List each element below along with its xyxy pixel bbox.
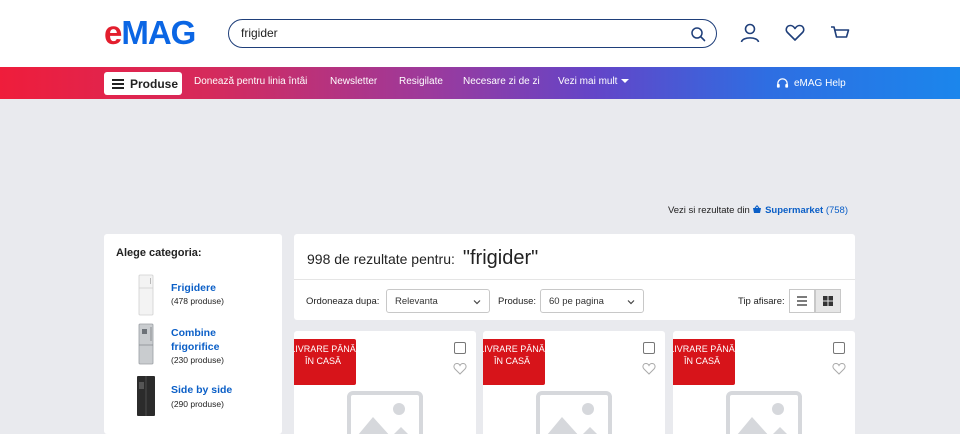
results-panel: 998 de rezultate pentru: "frigider" Ordon…: [294, 234, 855, 320]
grid-view-button[interactable]: [815, 289, 841, 313]
cart-icon[interactable]: [829, 22, 851, 44]
nav-link-vezi-mai-mult[interactable]: Vezi mai mult: [558, 76, 630, 87]
category-combine-frigorifice[interactable]: Combine frigorifice (230 produse): [104, 323, 282, 367]
heart-icon[interactable]: [453, 362, 467, 375]
supermarket-results-link[interactable]: Vezi si rezultate din Supermarket (758): [668, 205, 848, 216]
search-icon[interactable]: [690, 26, 706, 42]
nav-bar: Produse Donează pentru linia întâi Newsl…: [0, 67, 960, 99]
image-placeholder-icon: [536, 391, 612, 434]
user-icon[interactable]: [739, 22, 761, 44]
divider: [294, 279, 855, 280]
nav-link-newsletter[interactable]: Newsletter: [330, 76, 377, 87]
sidebar-title: Alege categoria:: [116, 247, 202, 259]
product-card[interactable]: LIVRARE PÂNĂ ÎN CASĂ: [294, 331, 476, 434]
delivery-badge: LIVRARE PÂNĂ ÎN CASĂ: [673, 339, 735, 385]
side-by-side-thumbnail: [137, 376, 155, 416]
compare-checkbox[interactable]: [643, 342, 655, 354]
compare-checkbox[interactable]: [454, 342, 466, 354]
delivery-badge: LIVRARE PÂNĂ ÎN CASĂ: [294, 339, 356, 385]
products-menu-button[interactable]: Produse: [104, 72, 182, 95]
nav-link-doneaza[interactable]: Donează pentru linia întâi: [194, 76, 307, 87]
compare-checkbox[interactable]: [833, 342, 845, 354]
image-placeholder-icon: [347, 391, 423, 434]
product-card[interactable]: LIVRARE PÂNĂ ÎN CASĂ: [673, 331, 855, 434]
view-type-label: Tip afisare:: [738, 296, 785, 307]
category-frigidere[interactable]: Frigidere (478 produse): [104, 274, 282, 318]
search-input[interactable]: [241, 26, 671, 40]
search-bar[interactable]: [228, 19, 717, 48]
delivery-badge: LIVRARE PÂNĂ ÎN CASĂ: [483, 339, 545, 385]
nav-link-resigilate[interactable]: Resigilate: [399, 76, 443, 87]
chevron-down-icon: [473, 300, 481, 305]
sort-dropdown[interactable]: Relevanta: [386, 289, 490, 313]
heart-icon[interactable]: [784, 22, 806, 44]
per-page-dropdown[interactable]: 60 pe pagina: [540, 289, 644, 313]
emag-help-link[interactable]: eMAG Help: [776, 74, 846, 92]
list-view-button[interactable]: [789, 289, 815, 313]
grid-view-icon: [823, 296, 833, 306]
sort-label: Ordoneaza dupa:: [306, 296, 380, 307]
category-sidebar: Alege categoria: Frigidere (478 produse)…: [104, 234, 282, 434]
emag-logo[interactable]: eMAG: [104, 16, 196, 49]
product-card[interactable]: LIVRARE PÂNĂ ÎN CASĂ: [483, 331, 665, 434]
category-side-by-side[interactable]: Side by side (290 produse): [104, 375, 282, 419]
combi-fridge-thumbnail: [138, 323, 154, 365]
results-title: 998 de rezultate pentru: "frigider": [307, 247, 539, 269]
caret-down-icon: [621, 79, 630, 84]
nav-link-necesare[interactable]: Necesare zi de zi: [463, 76, 540, 87]
chevron-down-icon: [627, 300, 635, 305]
fridge-thumbnail: [138, 274, 154, 316]
heart-icon[interactable]: [832, 362, 846, 375]
per-page-label: Produse:: [498, 296, 537, 307]
image-placeholder-icon: [726, 391, 802, 434]
list-view-icon: [797, 296, 807, 306]
heart-icon[interactable]: [642, 362, 656, 375]
basket-icon: [753, 205, 762, 213]
hamburger-icon: [112, 78, 124, 89]
headset-icon: [776, 77, 789, 88]
header: eMAG: [0, 0, 960, 67]
